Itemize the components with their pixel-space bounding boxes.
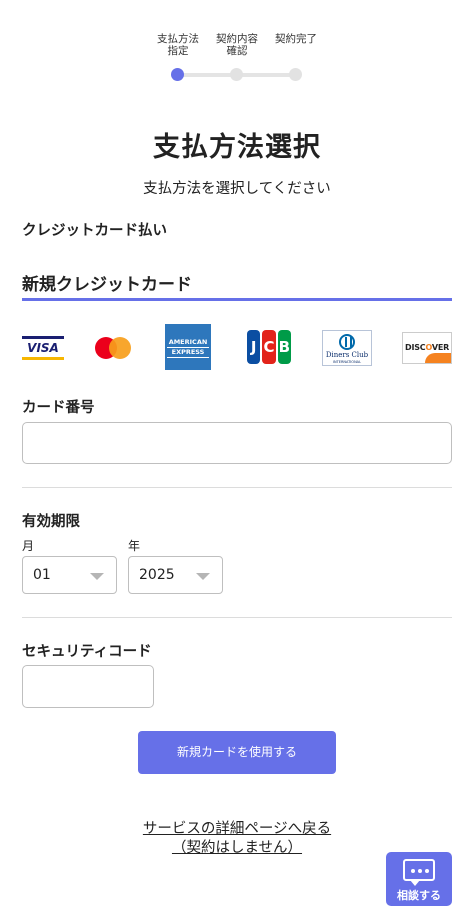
step-1-line2: 指定 <box>167 45 189 57</box>
credit-card-section-label: クレジットカード払い <box>22 223 167 239</box>
chevron-down-icon <box>196 573 210 580</box>
month-value: 01 <box>33 567 51 583</box>
step-dot-1-active <box>171 68 184 81</box>
security-code-label: セキュリティコード <box>22 644 152 660</box>
chat-bubble-icon <box>403 859 435 886</box>
diners-logo: Diners Club INTERNATIONAL <box>322 330 372 366</box>
step-2-line1: 契約内容 <box>216 33 258 45</box>
chat-button-label: 相談する <box>397 889 441 902</box>
step-dot-2 <box>230 68 243 81</box>
year-value: 2025 <box>139 567 175 583</box>
page-title: 支払方法選択 <box>153 132 321 163</box>
back-link-line2[interactable]: （契約はしません） <box>172 839 302 858</box>
discover-logo: DISCOVER <box>402 332 452 364</box>
consult-chat-button[interactable]: 相談する <box>386 852 452 906</box>
back-link-line1[interactable]: サービスの詳細ページへ戻る <box>143 820 331 839</box>
mastercard-logo <box>95 335 133 361</box>
use-new-card-button[interactable]: 新規カードを使用する <box>138 731 336 774</box>
expiry-label: 有効期限 <box>22 514 80 530</box>
month-label: 月 <box>22 539 35 553</box>
step-1-line1: 支払方法 <box>157 33 199 45</box>
card-number-input[interactable] <box>22 422 452 464</box>
security-code-input[interactable] <box>22 665 154 708</box>
step-dot-3 <box>289 68 302 81</box>
visa-logo: VISA <box>22 336 64 360</box>
page-subtitle: 支払方法を選択してください <box>143 181 331 197</box>
tab-new-credit-card[interactable]: 新規クレジットカード <box>22 268 452 301</box>
divider <box>22 617 452 618</box>
year-label: 年 <box>128 539 141 553</box>
jcb-logo: J C B <box>246 330 292 364</box>
year-select[interactable]: 2025 <box>128 556 223 594</box>
step-2-line2: 確認 <box>226 45 248 57</box>
amex-logo: AMERICAN EXPRESS <box>165 324 211 370</box>
step-label-3: 契約完了 <box>266 33 326 45</box>
card-number-label: カード番号 <box>22 400 95 416</box>
month-select[interactable]: 01 <box>22 556 117 594</box>
card-brand-logos: VISA AMERICAN EXPRESS J C B Diners Club … <box>22 322 452 372</box>
chevron-down-icon <box>90 573 104 580</box>
step-label-2: 契約内容 確認 <box>207 33 267 57</box>
step-label-1: 支払方法 指定 <box>148 33 208 57</box>
tab-label: 新規クレジットカード <box>22 275 192 295</box>
step-3-line1: 契約完了 <box>275 33 317 45</box>
divider <box>22 487 452 488</box>
